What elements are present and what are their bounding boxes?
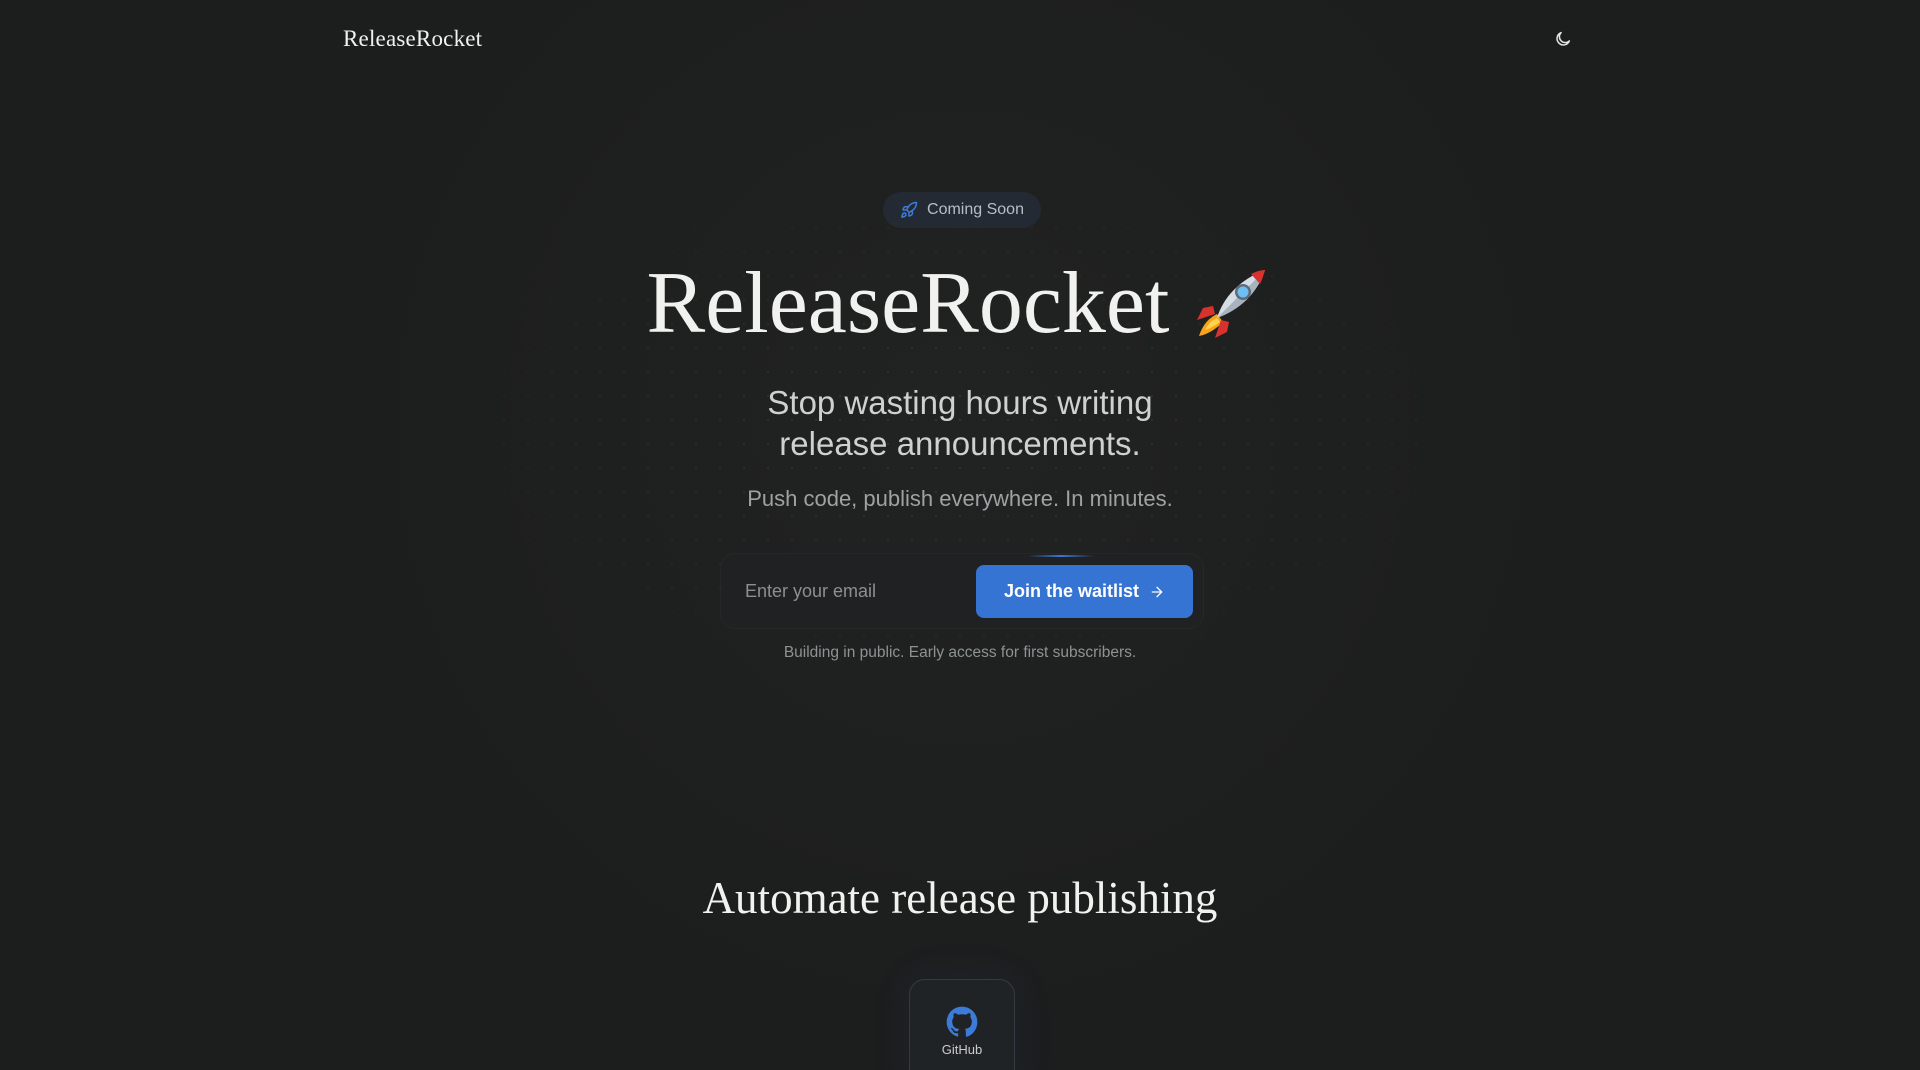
- form-accent-glow: [1028, 555, 1094, 557]
- waitlist-note: Building in public. Early access for fir…: [783, 644, 1137, 661]
- badge-label: Coming Soon: [927, 201, 1024, 218]
- rocket-icon: [900, 201, 918, 219]
- hero-title-text: ReleaseRocket: [646, 255, 1170, 352]
- integration-card-github[interactable]: GitHub: [909, 979, 1015, 1070]
- hero-subtitle-line-2: release announcements.: [779, 425, 1141, 462]
- brand-logo-text[interactable]: ReleaseRocket: [343, 26, 482, 52]
- arrow-right-icon: [1149, 584, 1165, 600]
- hero-title: ReleaseRocket: [0, 252, 1920, 356]
- hero-subtitle: Stop wasting hours writing release annou…: [660, 382, 1260, 464]
- github-icon: [946, 1006, 978, 1037]
- hero-tagline: Push code, publish everywhere. In minute…: [747, 486, 1173, 511]
- coming-soon-badge: Coming Soon: [883, 192, 1041, 228]
- join-waitlist-button[interactable]: Join the waitlist: [976, 565, 1193, 618]
- join-waitlist-label: Join the waitlist: [1003, 581, 1140, 601]
- hero-subtitle-line-1: Stop wasting hours writing: [767, 384, 1153, 421]
- integration-label-github: GitHub: [941, 1042, 983, 1057]
- moon-icon: [1556, 31, 1571, 46]
- waitlist-form: Join the waitlist: [721, 554, 1203, 628]
- integrations-title: Automate release publishing: [702, 873, 1218, 923]
- landing-page: ReleaseRocket Coming Soon ReleaseRocket: [0, 0, 1920, 1070]
- theme-toggle-button[interactable]: [1548, 24, 1578, 54]
- rocket-emoji-icon: [1189, 262, 1273, 346]
- email-input[interactable]: [731, 564, 969, 618]
- top-navbar: ReleaseRocket: [0, 0, 1920, 80]
